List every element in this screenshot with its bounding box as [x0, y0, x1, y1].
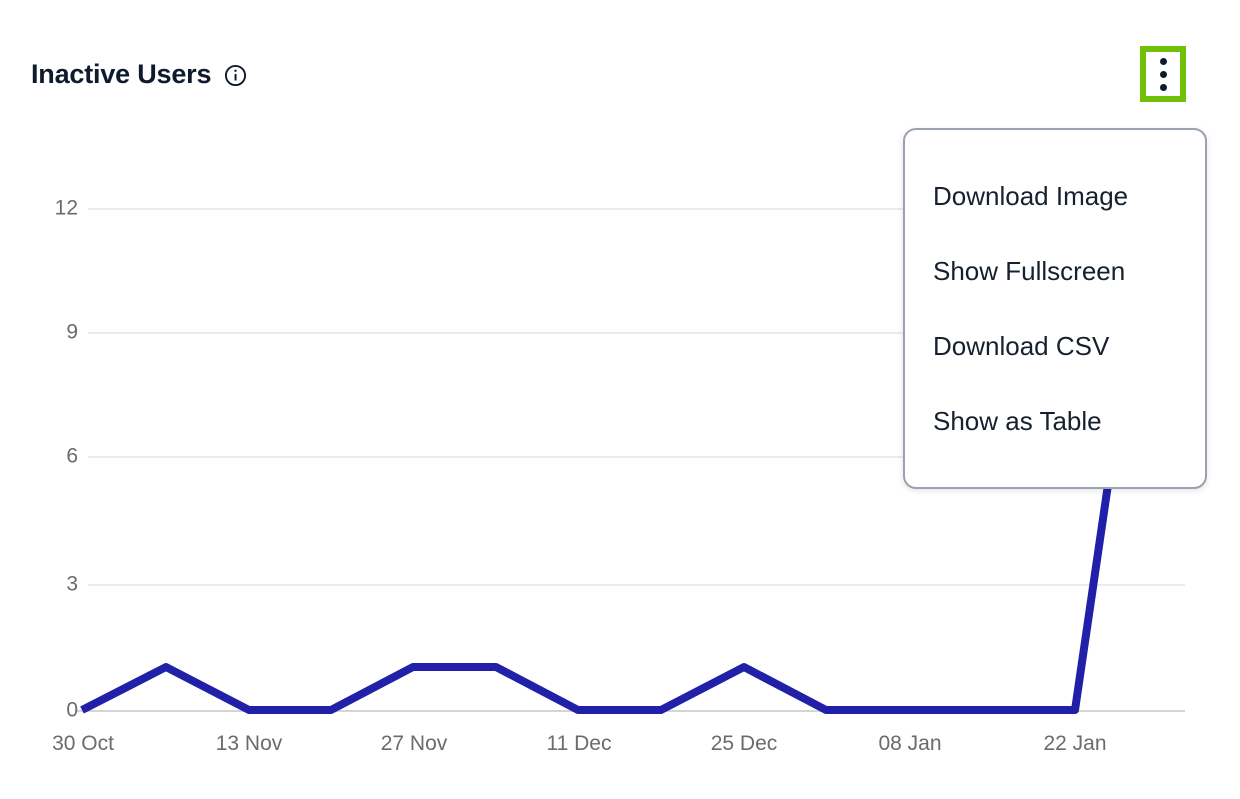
chart-options-kebab-menu-button[interactable]: [1140, 46, 1186, 102]
inactive-users-chart-widget: Inactive Users 1: [0, 0, 1240, 799]
x-tick-label: 27 Nov: [381, 732, 448, 755]
widget-header: Inactive Users: [0, 0, 1240, 120]
title-group: Inactive Users: [31, 58, 247, 90]
menu-item-show-as-table[interactable]: Show as Table: [905, 400, 1205, 442]
y-tick-label: 12: [55, 197, 78, 220]
kebab-dot-1: [1160, 58, 1167, 65]
x-tick-label: 13 Nov: [216, 732, 283, 755]
info-circle-icon[interactable]: [224, 64, 247, 87]
x-tick-label: 11 Dec: [547, 732, 612, 755]
y-tick-label: 0: [66, 699, 78, 722]
x-axis-tick-labels: 30 Oct 13 Nov 27 Nov 11 Dec 25 Dec 08 Ja…: [52, 732, 1106, 755]
page-title: Inactive Users: [31, 58, 211, 90]
chart-options-dropdown-menu: Download Image Show Fullscreen Download …: [903, 128, 1207, 489]
x-tick-label: 22 Jan: [1043, 732, 1106, 755]
y-axis-tick-labels: 12 9 6 3 0: [55, 197, 78, 722]
y-tick-label: 3: [66, 573, 78, 596]
menu-item-download-csv[interactable]: Download CSV: [905, 325, 1205, 367]
x-tick-label: 08 Jan: [878, 732, 941, 755]
kebab-dot-3: [1160, 84, 1167, 91]
x-tick-label: 30 Oct: [52, 732, 114, 755]
y-tick-label: 6: [66, 445, 78, 468]
menu-item-download-image[interactable]: Download Image: [905, 175, 1205, 217]
y-tick-label: 9: [66, 321, 78, 344]
x-tick-label: 25 Dec: [711, 732, 778, 755]
menu-item-show-fullscreen[interactable]: Show Fullscreen: [905, 250, 1205, 292]
kebab-dot-2: [1160, 71, 1167, 78]
